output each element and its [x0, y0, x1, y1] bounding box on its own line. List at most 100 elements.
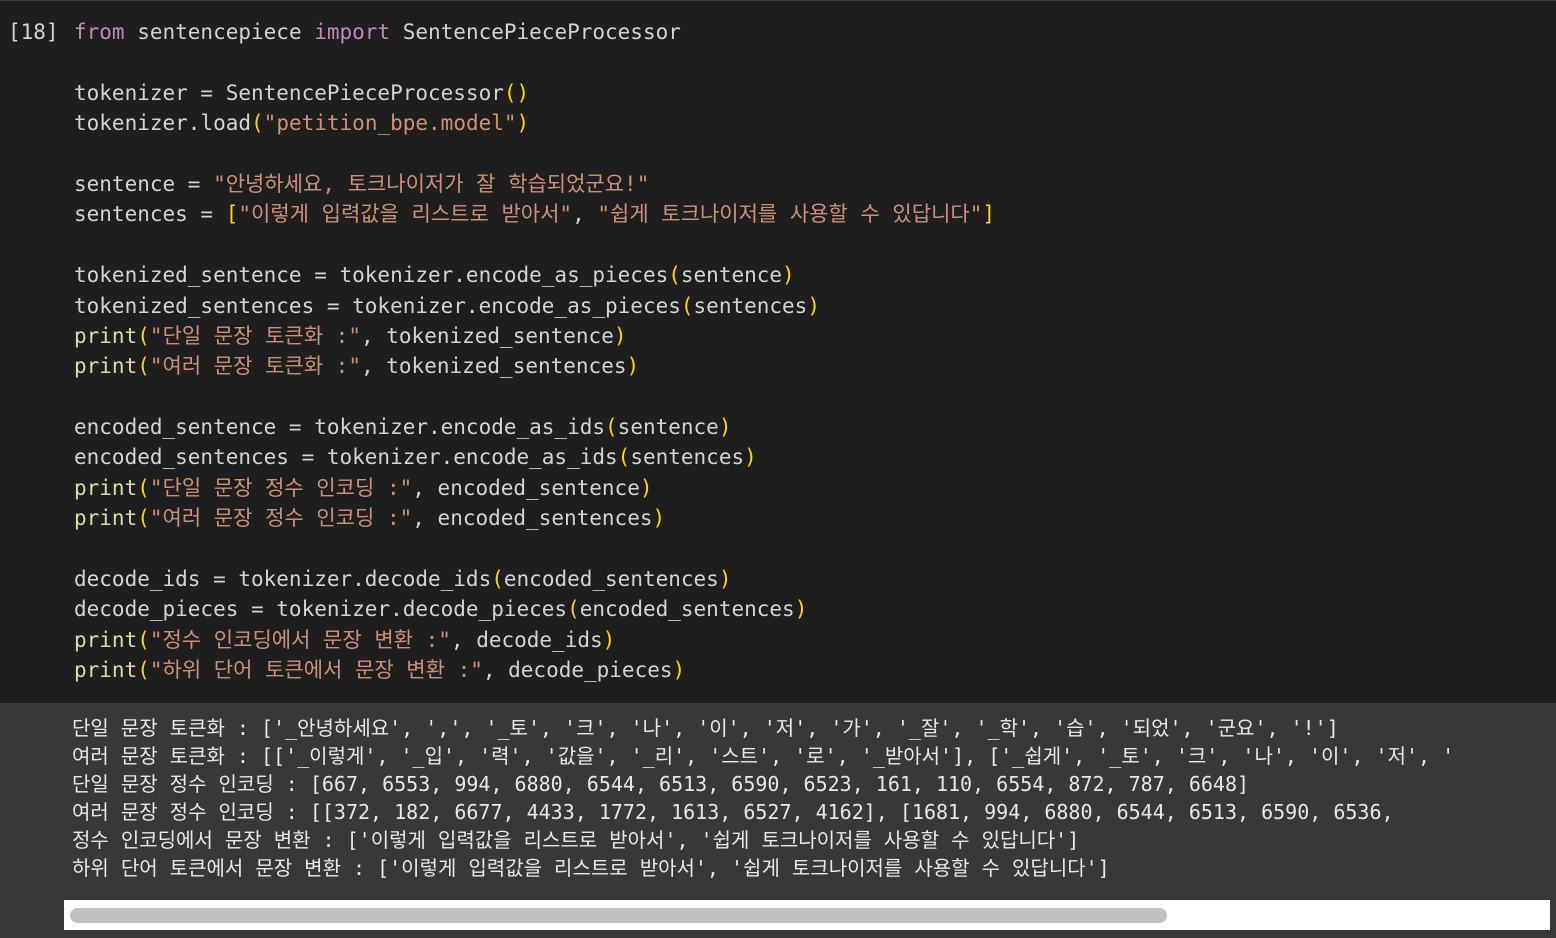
code-token: sentencepiece: [124, 20, 315, 44]
code-token: (: [137, 354, 150, 379]
code-token: (: [567, 597, 580, 622]
code-token: "안녕하세요, 토크나이저가 잘 학습되었군요!": [213, 171, 650, 196]
code-token: ,: [572, 202, 598, 227]
code-token: ): [744, 445, 757, 470]
code-editor[interactable]: [18] from sentencepiece import SentenceP…: [0, 0, 1556, 703]
code-line: encoded_sentences = tokenizer.encode_as_…: [74, 442, 1544, 472]
execution-count: [18]: [8, 20, 59, 44]
code-token: SentencePieceProcessor: [390, 20, 681, 44]
code-token: encoded_sentences: [503, 567, 719, 592]
code-token: , decode_pieces: [482, 658, 673, 683]
code-line: tokenized_sentences = tokenizer.encode_a…: [74, 291, 1544, 321]
horizontal-scrollbar[interactable]: [64, 900, 1550, 930]
output-line: 하위 단어 토큰에서 문장 변환 : ['이렇게 입력값을 리스트로 받아서',…: [72, 856, 1110, 880]
code-token: print: [74, 658, 138, 683]
code-token: (: [668, 263, 681, 288]
code-token: , tokenized_sentences: [360, 354, 627, 379]
code-token: print: [74, 354, 138, 379]
code-token: sentences =: [74, 202, 226, 227]
code-token: print: [74, 323, 138, 348]
code-token: ): [652, 506, 666, 531]
code-token: sentence: [617, 415, 719, 440]
code-line: print("여러 문장 토큰화 :", tokenized_sentences…: [74, 351, 1544, 381]
code-line: sentences = ["이렇게 입력값을 리스트로 받아서", "쉽게 토크…: [74, 199, 1544, 229]
code-token: ): [639, 475, 653, 500]
code-token: sentence =: [74, 171, 214, 196]
code-token: "이렇게 입력값을 리스트로 받아서": [238, 202, 573, 227]
code-token: , decode_ids: [450, 627, 603, 652]
code-token: ): [807, 293, 820, 318]
output-line: 여러 문장 토큰화 : [['_이렇게', '_입', '력', '값을', '…: [72, 744, 1455, 768]
code-line: encoded_sentence = tokenizer.encode_as_i…: [74, 412, 1544, 442]
scrollbar-thumb[interactable]: [70, 908, 1167, 923]
code-line: from sentencepiece import SentencePieceP…: [74, 17, 1544, 47]
code-token: ): [626, 354, 640, 379]
code-token: (: [137, 323, 150, 348]
code-token: print: [74, 506, 138, 531]
code-token: sentence: [680, 263, 783, 288]
code-token: "단일 문장 정수 인코딩 :": [149, 475, 413, 500]
code-token: ): [613, 323, 627, 348]
code-line: tokenized_sentence = tokenizer.encode_as…: [74, 260, 1544, 290]
code-token: tokenized_sentences = tokenizer.encode_a…: [74, 293, 681, 318]
code-token: ): [782, 263, 795, 288]
code-token: print: [74, 627, 138, 652]
code-line: decode_pieces = tokenizer.decode_pieces(…: [74, 594, 1544, 624]
code-line: decode_ids = tokenizer.decode_ids(encode…: [74, 564, 1544, 594]
code-line: print("단일 문장 토큰화 :", tokenized_sentence): [74, 321, 1544, 351]
code-line: sentence = "안녕하세요, 토크나이저가 잘 학습되었군요!": [74, 169, 1544, 199]
code-line: print("하위 단어 토큰에서 문장 변환 :", decode_piece…: [74, 655, 1544, 685]
code-token: ): [718, 567, 732, 592]
code-token: print: [74, 475, 138, 500]
code-token: ): [718, 415, 732, 440]
code-token: (: [605, 415, 618, 440]
code-line: print("여러 문장 정수 인코딩 :", encoded_sentence…: [74, 503, 1544, 533]
code-token: [: [225, 202, 239, 227]
code-token: , encoded_sentence: [412, 475, 640, 500]
code-token: from: [74, 20, 125, 44]
code-token: , encoded_sentences: [412, 506, 653, 531]
code-token: ]: [982, 202, 996, 227]
code-token: , tokenized_sentence: [360, 323, 614, 348]
code-token: "여러 문장 토큰화 :": [149, 354, 361, 379]
code-token: (: [617, 445, 631, 470]
code-line: tokenizer.load("petition_bpe.model"): [74, 108, 1544, 138]
code-token: sentences: [630, 445, 745, 470]
code-token: "하위 단어 토큰에서 문장 변환 :": [149, 658, 483, 683]
code-token: decode_pieces = tokenizer.decode_pieces: [74, 597, 568, 622]
code-token: ): [672, 658, 686, 683]
code-token: "petition_bpe.model": [263, 111, 517, 136]
code-token: (: [137, 627, 150, 652]
code-token: tokenizer.load: [74, 111, 252, 136]
code-token: ): [602, 627, 616, 652]
code-token: (: [137, 475, 150, 500]
code-token: sentences: [693, 293, 808, 318]
code-token: (: [137, 506, 150, 531]
code-token: tokenizer = SentencePieceProcessor: [74, 80, 504, 105]
code-token: encoded_sentences = tokenizer.encode_as_…: [74, 445, 618, 470]
code-token: ): [794, 597, 808, 622]
output-line: 단일 문장 토큰화 : ['_안녕하세요', ',', '_토', '크', '…: [72, 716, 1339, 740]
code-token: ): [516, 111, 530, 136]
code-token: "여러 문장 정수 인코딩 :": [149, 506, 413, 531]
code-token: encoded_sentences: [579, 597, 795, 622]
code-token: import: [314, 20, 391, 44]
code-token: (: [680, 293, 694, 318]
code-token: (): [503, 80, 530, 105]
code-token: (: [251, 111, 264, 136]
notebook-cell: [18] from sentencepiece import SentenceP…: [0, 0, 1556, 938]
code-text[interactable]: from sentencepiece import SentencePieceP…: [74, 17, 1544, 686]
output-area: 단일 문장 토큰화 : ['_안녕하세요', ',', '_토', '크', '…: [0, 703, 1556, 938]
code-token: "단일 문장 토큰화 :": [149, 323, 361, 348]
code-line: tokenizer = SentencePieceProcessor(): [74, 78, 1544, 108]
output-line: 여러 문장 정수 인코딩 : [[372, 182, 6677, 4433, 1…: [72, 800, 1406, 824]
output-text: 단일 문장 토큰화 : ['_안녕하세요', ',', '_토', '크', '…: [72, 714, 1556, 882]
code-line: print("단일 문장 정수 인코딩 :", encoded_sentence…: [74, 473, 1544, 503]
output-line: 단일 문장 정수 인코딩 : [667, 6553, 994, 6880, 65…: [72, 772, 1250, 796]
output-line: 정수 인코딩에서 문장 변환 : ['이렇게 입력값을 리스트로 받아서', '…: [72, 828, 1080, 852]
code-token: "정수 인코딩에서 문장 변환 :": [149, 627, 451, 652]
